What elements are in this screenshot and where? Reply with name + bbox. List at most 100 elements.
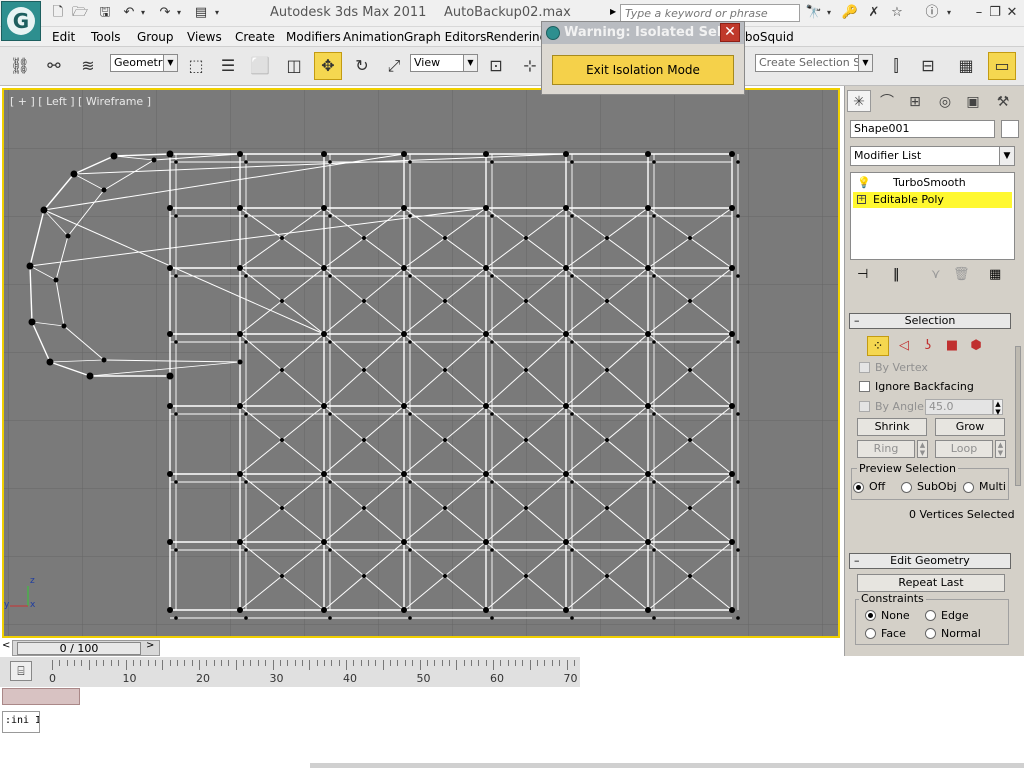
redo-icon[interactable]: ↷	[156, 4, 174, 22]
preview-multi-radio[interactable]	[963, 482, 974, 493]
menu-create[interactable]: Create	[235, 30, 275, 44]
preview-off-radio[interactable]	[853, 482, 864, 493]
repeat-last-button[interactable]: Repeat Last	[857, 574, 1005, 592]
loop-spinner-icon[interactable]: ▲ ▼	[995, 440, 1006, 458]
menu-graph-editors[interactable]: Graph Editors	[404, 30, 486, 44]
left-viewport[interactable]: [ + ] [ Left ] [ Wireframe ] z y x	[2, 88, 840, 638]
graphite-ribbon-icon[interactable]: ▭	[988, 52, 1016, 80]
menu-tools[interactable]: Tools	[91, 30, 121, 44]
hierarchy-tab-icon[interactable]: ⊞	[903, 90, 927, 112]
constraint-face-radio[interactable]	[865, 628, 876, 639]
open-file-icon[interactable]: 🗁	[71, 4, 89, 22]
modify-tab-icon[interactable]: ⌒	[875, 90, 899, 112]
curve-editor-icon[interactable]: ⌸	[10, 661, 32, 681]
search-dropdown-icon[interactable]: ▾	[824, 4, 834, 22]
select-manipulate-icon[interactable]: ⊹	[516, 52, 544, 80]
ignore-backfacing-checkbox[interactable]	[859, 381, 870, 392]
motion-tab-icon[interactable]: ◎	[933, 90, 957, 112]
preview-subobj-radio[interactable]	[901, 482, 912, 493]
bind-to-space-warp-icon[interactable]: ≋	[74, 52, 102, 80]
utilities-tab-icon[interactable]: ⚒	[991, 90, 1015, 112]
element-mode-icon[interactable]: ⬢	[965, 336, 987, 356]
pivot-point-center-icon[interactable]: ⊡	[482, 52, 510, 80]
selection-rollout-header[interactable]: – Selection	[849, 313, 1011, 329]
command-panel-scrollbar[interactable]	[1015, 346, 1021, 486]
menu-turbosquid[interactable]: rboSquid	[740, 30, 794, 44]
maxscript-mini-listener[interactable]: :ini I	[2, 711, 40, 733]
track-bar[interactable]: ⌸ 0 10 20 30 40 50 60 70	[0, 657, 580, 687]
favorites-star-icon[interactable]: ☆	[887, 4, 907, 22]
app-menu-button[interactable]: G	[1, 1, 41, 41]
stack-item-turbosmooth[interactable]: 💡 TurboSmooth	[853, 175, 1012, 191]
menu-group[interactable]: Group	[137, 30, 174, 44]
window-crossing-icon[interactable]: ◫	[280, 52, 308, 80]
stack-item-editable-poly[interactable]: + Editable Poly	[853, 192, 1012, 208]
angle-spinner-field[interactable]: 45.0	[925, 399, 993, 415]
help-dropdown-icon[interactable]: ▾	[944, 4, 954, 22]
by-angle-checkbox[interactable]	[859, 401, 870, 412]
polygon-mode-icon[interactable]: ■	[941, 336, 963, 356]
display-tab-icon[interactable]: ▣	[961, 90, 985, 112]
new-file-icon[interactable]: 🗋	[49, 4, 67, 22]
spinner-arrows-icon[interactable]: ▲ ▼	[993, 399, 1003, 416]
selection-filter-dropdown[interactable]: Geometry ▼	[110, 54, 178, 72]
named-selection-sets-dropdown[interactable]: Create Selection Se ▼	[755, 54, 873, 72]
select-and-scale-icon[interactable]: ⤢	[380, 52, 408, 80]
binoculars-icon[interactable]: 🔭	[804, 4, 824, 22]
edit-geometry-rollout-header[interactable]: – Edit Geometry	[849, 553, 1011, 569]
constraint-normal-radio[interactable]	[925, 628, 936, 639]
search-input[interactable]: Type a keyword or phrase	[620, 4, 800, 22]
edge-mode-icon[interactable]: ◁	[893, 336, 915, 356]
reference-coordinate-dropdown[interactable]: View ▼	[410, 54, 478, 72]
layer-manager-icon[interactable]: ▦	[952, 52, 980, 80]
close-icon[interactable]: ✕	[1004, 4, 1020, 22]
shrink-button[interactable]: Shrink	[857, 418, 927, 436]
menu-animation[interactable]: Animation	[343, 30, 404, 44]
undo-dropdown-icon[interactable]: ▾	[138, 4, 148, 22]
constraint-none-radio[interactable]	[865, 610, 876, 621]
project-folder-icon[interactable]: ▤	[192, 4, 210, 22]
modifier-list-dropdown[interactable]: Modifier List ▼	[850, 146, 1015, 166]
menu-views[interactable]: Views	[187, 30, 222, 44]
undo-icon[interactable]: ↶	[120, 4, 138, 22]
maxscript-listener-output[interactable]	[2, 688, 80, 705]
redo-dropdown-icon[interactable]: ▾	[174, 4, 184, 22]
dialog-close-button[interactable]: ✕	[720, 23, 740, 42]
exit-isolation-mode-button[interactable]: Exit Isolation Mode	[552, 55, 734, 85]
save-file-icon[interactable]: 🖫	[96, 4, 114, 22]
select-object-icon[interactable]: ⬚	[182, 52, 210, 80]
ring-button[interactable]: Ring	[857, 440, 915, 458]
time-prev-arrow-icon[interactable]: <	[2, 640, 10, 651]
show-end-result-icon[interactable]: ‖	[893, 267, 900, 282]
align-icon[interactable]: ⊟	[914, 52, 942, 80]
border-mode-icon[interactable]: ʖ	[917, 336, 939, 356]
menu-edit[interactable]: Edit	[52, 30, 75, 44]
time-slider-thumb[interactable]: 0 / 100	[17, 642, 141, 655]
select-and-rotate-icon[interactable]: ↻	[348, 52, 376, 80]
menu-modifiers[interactable]: Modifiers	[286, 30, 341, 44]
loop-button[interactable]: Loop	[935, 440, 993, 458]
time-slider[interactable]: 0 / 100	[12, 640, 160, 656]
create-tab-icon[interactable]: ✳	[847, 90, 871, 112]
select-and-link-icon[interactable]: ⛓	[6, 52, 34, 80]
unlink-icon[interactable]: ⚯	[40, 52, 68, 80]
time-next-arrow-icon[interactable]: >	[146, 640, 154, 651]
menu-rendering[interactable]: Rendering	[486, 30, 547, 44]
object-name-field[interactable]: Shape001	[850, 120, 995, 138]
expand-plus-icon[interactable]: +	[857, 195, 866, 204]
pin-stack-icon[interactable]: ⊣	[857, 267, 868, 282]
vertex-mode-icon[interactable]: ⁘	[867, 336, 889, 356]
lightbulb-icon[interactable]: 💡	[857, 176, 871, 190]
project-dropdown-icon[interactable]: ▾	[212, 4, 222, 22]
object-color-swatch[interactable]	[1001, 120, 1019, 138]
restore-icon[interactable]: ❐	[988, 4, 1002, 22]
select-by-name-icon[interactable]: ☰	[214, 52, 242, 80]
subscription-icon[interactable]: 🔑	[840, 4, 860, 22]
grow-button[interactable]: Grow	[935, 418, 1005, 436]
select-and-move-icon[interactable]: ✥	[314, 52, 342, 80]
ring-spinner-icon[interactable]: ▲ ▼	[917, 440, 928, 458]
mirror-icon[interactable]: ⫿	[882, 52, 910, 80]
help-icon[interactable]: ⓘ	[922, 4, 942, 22]
by-vertex-checkbox[interactable]	[859, 362, 870, 373]
minimize-icon[interactable]: –	[972, 4, 986, 22]
